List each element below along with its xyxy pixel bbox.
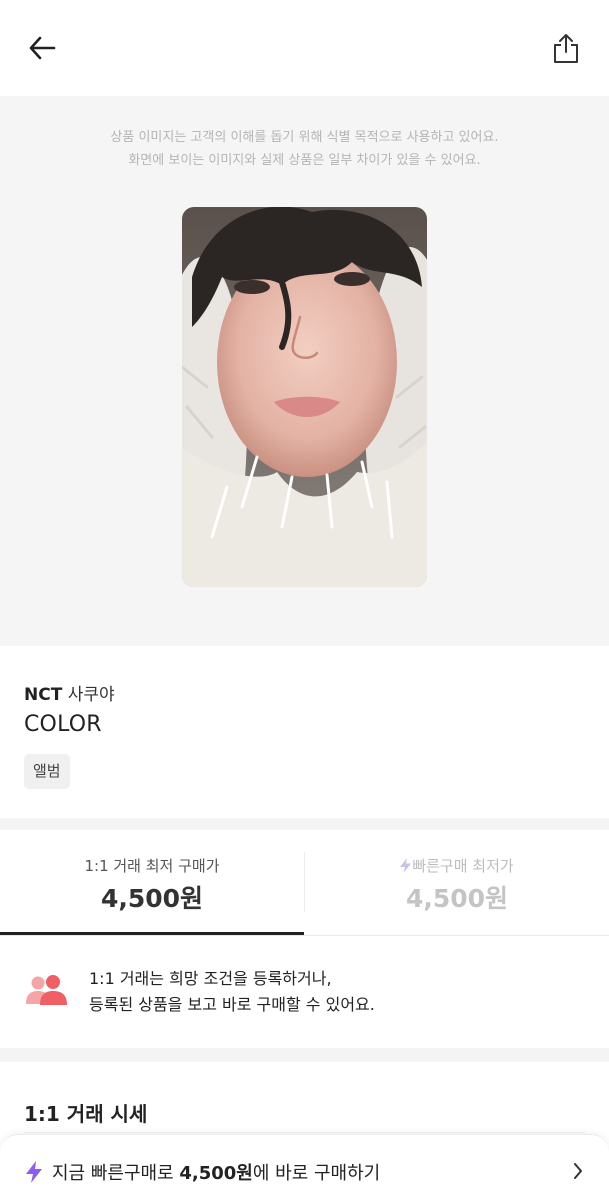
lightning-bolt-icon <box>26 1161 42 1183</box>
tab-right-label: 빠른구매 최저가 <box>412 857 514 875</box>
market-title: 1:1 거래 시세 <box>24 1102 148 1126</box>
tab-quick-buy[interactable]: 빠른구매 최저가 4,500원 <box>305 830 609 936</box>
artist-member: 사쿠야 <box>67 685 115 705</box>
share-icon <box>554 34 578 63</box>
notice-line-2: 등록된 상품을 보고 바로 구매할 수 있어요. <box>89 995 375 1014</box>
lightning-bolt-icon <box>400 858 412 873</box>
album-title: COLOR <box>24 712 102 737</box>
users-icon <box>26 975 67 1005</box>
section-divider <box>0 818 609 830</box>
top-bar <box>0 0 609 96</box>
image-disclaimer: 상품 이미지는 고객의 이해를 돕기 위해 식별 목적으로 사용하고 있어요. … <box>0 126 609 172</box>
active-tab-indicator <box>0 932 304 935</box>
quick-buy-prefix: 지금 빠른구매로 <box>52 1163 180 1184</box>
quick-buy-text: 지금 빠른구매로 4,500원에 바로 구매하기 <box>52 1159 380 1185</box>
disclaimer-line-2: 화면에 보이는 이미지와 실제 상품은 일부 차이가 있을 수 있어요. <box>128 153 481 168</box>
quick-buy-suffix: 에 바로 구매하기 <box>252 1163 381 1184</box>
product-info: NCT 사쿠야 COLOR 앨범 <box>0 646 609 818</box>
quick-buy-price: 4,500원 <box>179 1163 253 1184</box>
share-button[interactable] <box>549 30 583 66</box>
notice-text: 1:1 거래는 희망 조건을 등록하거나, 등록된 상품을 보고 바로 구매할 … <box>89 966 375 1018</box>
price-tabs: 1:1 거래 최저 구매가 4,500원 빠른구매 최저가 4,500원 <box>0 830 609 936</box>
tab-right-price: 4,500원 <box>405 884 509 913</box>
product-photo[interactable] <box>182 207 427 587</box>
chevron-right-icon <box>574 1163 582 1179</box>
tab-right-label-wrap: 빠른구매 최저가 <box>305 855 609 876</box>
tab-one-to-one-trade[interactable]: 1:1 거래 최저 구매가 4,500원 <box>0 830 304 936</box>
category-tag: 앨범 <box>24 754 70 789</box>
notice-line-1: 1:1 거래는 희망 조건을 등록하거나, <box>89 969 332 988</box>
disclaimer-line-1: 상품 이미지는 고객의 이해를 돕기 위해 식별 목적으로 사용하고 있어요. <box>110 130 499 145</box>
tab-left-label: 1:1 거래 최저 구매가 <box>84 857 220 875</box>
arrow-left-icon <box>29 36 56 60</box>
trade-notice: 1:1 거래는 희망 조건을 등록하거나, 등록된 상품을 보고 바로 구매할 … <box>0 936 609 1048</box>
market-divider <box>24 1132 585 1133</box>
artist-group: NCT <box>24 685 63 705</box>
tab-left-price: 4,500원 <box>100 884 204 913</box>
artist-line[interactable]: NCT 사쿠야 <box>24 680 115 705</box>
back-button[interactable] <box>24 32 60 64</box>
quick-buy-bar[interactable]: 지금 빠른구매로 4,500원에 바로 구매하기 <box>0 1134 609 1200</box>
product-image-area: 상품 이미지는 고객의 이해를 돕기 위해 식별 목적으로 사용하고 있어요. … <box>0 96 609 646</box>
section-divider <box>0 1048 609 1062</box>
